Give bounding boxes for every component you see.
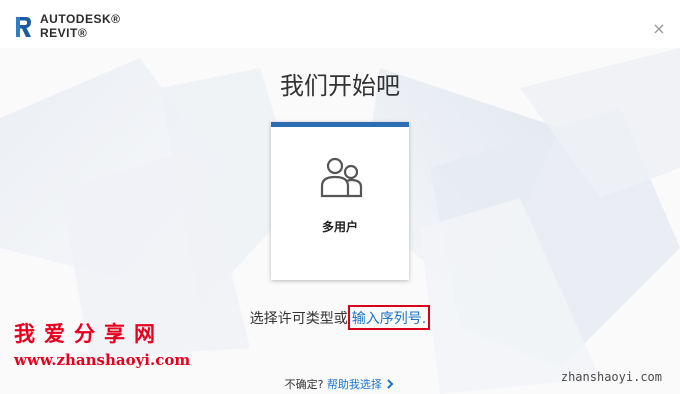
- license-card-multi-user[interactable]: 多用户: [271, 122, 409, 280]
- enter-serial-link[interactable]: 输入序列号.: [347, 305, 431, 330]
- brand-revit: REVIT®: [40, 26, 88, 40]
- enter-serial-link-label: 输入序列号: [351, 311, 422, 327]
- watermark-url-left: www.zhanshaoyi.com: [14, 351, 191, 369]
- footer-question: 不确定?: [284, 378, 324, 391]
- license-card-label: 多用户: [321, 220, 358, 234]
- footer: 不确定? 帮助我选择: [0, 376, 680, 392]
- help-me-choose-link[interactable]: 帮助我选择: [327, 378, 396, 391]
- revit-logo-icon: [16, 17, 31, 37]
- close-icon: ×: [652, 19, 666, 38]
- license-prompt-text: 选择许可类型或: [249, 311, 348, 327]
- help-me-choose-label: 帮助我选择: [326, 378, 382, 391]
- main-content: 我们开始吧 多用户 选择许可类型或 输入序列号. 我爱分享网 www.zhansh…: [0, 0, 680, 394]
- header: AUTODESK® REVIT® ×: [0, 0, 680, 48]
- revit-start-window: AUTODESK® REVIT® × 我们开始吧 多用户 选择许可类型或 输入序…: [0, 0, 680, 394]
- watermark-cn: 我爱分享网: [14, 322, 164, 346]
- page-title: 我们开始吧: [280, 72, 400, 100]
- close-button[interactable]: ×: [652, 19, 666, 38]
- multi-user-icon: [320, 157, 363, 198]
- enter-serial-link-period: .: [421, 311, 427, 327]
- brand-autodesk: AUTODESK®: [40, 12, 121, 26]
- chevron-right-icon: [387, 379, 394, 389]
